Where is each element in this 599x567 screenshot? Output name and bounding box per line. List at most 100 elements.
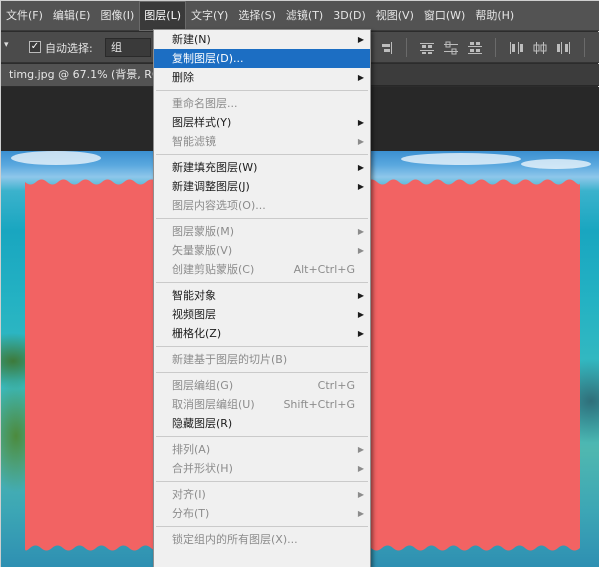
- menu-item-group-layers: 图层编组(G) Ctrl+G: [154, 376, 370, 395]
- distribute-left-icon[interactable]: [504, 38, 528, 57]
- menu-separator: [156, 526, 368, 527]
- menu-separator: [156, 218, 368, 219]
- submenu-arrow-icon: ▶: [357, 445, 364, 454]
- menu-item-shortcut: Alt+Ctrl+G: [293, 263, 355, 276]
- menu-item-create-clipping-mask: 创建剪贴蒙版(C) Alt+Ctrl+G: [154, 260, 370, 279]
- submenu-arrow-icon: ▶: [357, 490, 364, 499]
- menu-item-label: 图层样式(Y): [172, 116, 232, 129]
- menu-bar: 文件(F) 编辑(E) 图像(I) 图层(L) 文字(Y) 选择(S) 滤镜(T…: [1, 0, 599, 31]
- menu-separator: [156, 372, 368, 373]
- menu-item-label: 新建填充图层(W): [172, 161, 258, 174]
- menu-window[interactable]: 窗口(W): [419, 1, 470, 31]
- menu-item-shortcut: Ctrl+G: [317, 379, 355, 392]
- menu-item-ungroup-layers: 取消图层编组(U) Shift+Ctrl+G: [154, 395, 370, 414]
- menu-item-label: 新建基于图层的切片(B): [172, 353, 288, 366]
- menu-item-layer-mask: 图层蒙版(M) ▶: [154, 222, 370, 241]
- menu-separator: [156, 90, 368, 91]
- menu-item-combine-shapes: 合并形状(H) ▶: [154, 459, 370, 478]
- menu-item-align: 对齐(I) ▶: [154, 485, 370, 504]
- align-toolbar: [374, 38, 599, 57]
- menu-item-label: 合并形状(H): [172, 462, 233, 475]
- toolbar-divider: [495, 38, 496, 57]
- distribute-vertical-centers-icon[interactable]: [439, 38, 463, 57]
- submenu-arrow-icon: ▶: [357, 137, 364, 146]
- layer-menu-dropdown: 新建(N) ▶ 复制图层(D)... 删除 ▶ 重命名图层... 图层样式(Y) ▶ …: [153, 29, 371, 567]
- menu-item-layer-style[interactable]: 图层样式(Y) ▶: [154, 113, 370, 132]
- menu-separator: [156, 481, 368, 482]
- menu-item-duplicate-layer[interactable]: 复制图层(D)...: [154, 49, 370, 68]
- menu-image[interactable]: 图像(I): [95, 1, 139, 31]
- menu-item-label: 重命名图层...: [172, 97, 238, 110]
- auto-select-label: 自动选择:: [45, 42, 93, 55]
- menu-layer[interactable]: 图层(L): [139, 0, 187, 31]
- menu-file[interactable]: 文件(F): [1, 1, 48, 31]
- submenu-arrow-icon: ▶: [357, 464, 364, 473]
- menu-item-label: 分布(T): [172, 507, 210, 520]
- menu-item-label: 矢量蒙版(V): [172, 244, 233, 257]
- toolbar-divider: [406, 38, 407, 57]
- toolbar-divider: [584, 38, 585, 57]
- menu-item-smart-object[interactable]: 智能对象 ▶: [154, 286, 370, 305]
- submenu-arrow-icon: ▶: [357, 163, 364, 172]
- menu-type[interactable]: 文字(Y): [186, 1, 233, 31]
- menu-3d[interactable]: 3D(D): [328, 1, 371, 31]
- menu-item-label: 对齐(I): [172, 488, 206, 501]
- distribute-right-icon[interactable]: [552, 38, 576, 57]
- menu-item-hide-layers[interactable]: 隐藏图层(R): [154, 414, 370, 433]
- submenu-arrow-icon: ▶: [357, 227, 364, 236]
- distribute-bottom-icon[interactable]: [463, 38, 487, 57]
- menu-item-layer-content-options: 图层内容选项(O)...: [154, 196, 370, 215]
- menu-item-rasterize[interactable]: 栅格化(Z) ▶: [154, 324, 370, 343]
- menu-select[interactable]: 选择(S): [233, 1, 281, 31]
- cloud-shape: [401, 153, 521, 165]
- submenu-arrow-icon: ▶: [357, 73, 364, 82]
- tool-preset-dropdown-icon[interactable]: ▾: [4, 40, 14, 54]
- menu-separator: [156, 154, 368, 155]
- menu-item-delete[interactable]: 删除 ▶: [154, 68, 370, 87]
- document-tab[interactable]: timg.jpg @ 67.1% (背景, RGB: [1, 64, 161, 86]
- menu-edit[interactable]: 编辑(E): [48, 1, 96, 31]
- menu-item-new[interactable]: 新建(N) ▶: [154, 30, 370, 49]
- menu-item-label: 视频图层: [172, 308, 216, 321]
- menu-item-distribute: 分布(T) ▶: [154, 504, 370, 523]
- menu-separator: [156, 436, 368, 437]
- menu-item-new-adjustment-layer[interactable]: 新建调整图层(J) ▶: [154, 177, 370, 196]
- menu-separator: [156, 282, 368, 283]
- menu-item-label: 智能滤镜: [172, 135, 216, 148]
- submenu-arrow-icon: ▶: [357, 310, 364, 319]
- menu-item-label: 图层蒙版(M): [172, 225, 235, 238]
- menu-item-label: 锁定组内的所有图层(X)...: [172, 533, 298, 546]
- menu-item-label: 新建(N): [172, 33, 211, 46]
- align-right-edges-icon[interactable]: [374, 38, 398, 57]
- distribute-horizontal-centers-icon[interactable]: [528, 38, 552, 57]
- submenu-arrow-icon: ▶: [357, 118, 364, 127]
- menu-separator: [156, 346, 368, 347]
- menu-item-label: 创建剪贴蒙版(C): [172, 263, 255, 276]
- submenu-arrow-icon: ▶: [357, 291, 364, 300]
- submenu-arrow-icon: ▶: [357, 509, 364, 518]
- menu-item-rename-layer: 重命名图层...: [154, 94, 370, 113]
- menu-item-label: 取消图层编组(U): [172, 398, 255, 411]
- auto-align-layers-icon[interactable]: [593, 38, 599, 57]
- menu-item-shortcut: Shift+Ctrl+G: [283, 398, 355, 411]
- menu-item-label: 图层编组(G): [172, 379, 234, 392]
- menu-view[interactable]: 视图(V): [371, 1, 419, 31]
- menu-filter[interactable]: 滤镜(T): [281, 1, 328, 31]
- menu-item-new-layer-based-slice: 新建基于图层的切片(B): [154, 350, 370, 369]
- menu-item-video-layer[interactable]: 视频图层 ▶: [154, 305, 370, 324]
- menu-item-new-fill-layer[interactable]: 新建填充图层(W) ▶: [154, 158, 370, 177]
- submenu-arrow-icon: ▶: [357, 329, 364, 338]
- menu-item-label: 排列(A): [172, 443, 211, 456]
- distribute-top-icon[interactable]: [415, 38, 439, 57]
- menu-item-vector-mask: 矢量蒙版(V) ▶: [154, 241, 370, 260]
- menu-help[interactable]: 帮助(H): [470, 1, 519, 31]
- menu-item-smart-filter: 智能滤镜 ▶: [154, 132, 370, 151]
- cloud-shape: [11, 151, 101, 165]
- submenu-arrow-icon: ▶: [357, 246, 364, 255]
- submenu-arrow-icon: ▶: [357, 182, 364, 191]
- menu-item-arrange: 排列(A) ▶: [154, 440, 370, 459]
- photoshop-window: 文件(F) 编辑(E) 图像(I) 图层(L) 文字(Y) 选择(S) 滤镜(T…: [0, 0, 599, 567]
- auto-select-target-select[interactable]: 组: [105, 38, 151, 57]
- auto-select-checkbox[interactable]: ✓: [29, 41, 41, 53]
- menu-item-label: 删除: [172, 71, 194, 84]
